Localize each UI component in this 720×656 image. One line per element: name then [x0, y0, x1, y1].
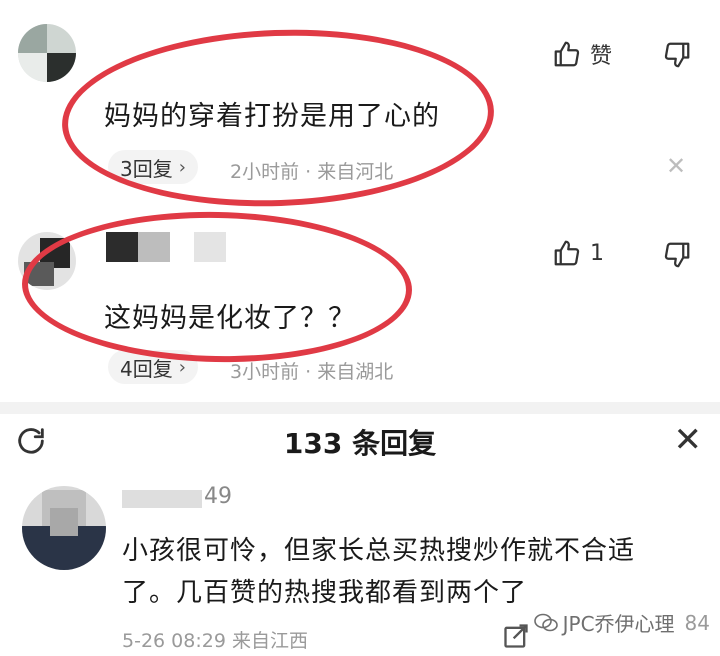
replies-panel-title: 133 条回复 — [283, 427, 437, 460]
wechat-icon — [533, 613, 558, 631]
replies-count: 4回复 — [120, 356, 173, 381]
reply-item: 49 小孩很可怜，但家长总买热搜炒作就不合适 了。几百赞的热搜我都看到两个了 5… — [0, 478, 720, 656]
comment-text: 这妈妈是化妆了？？ — [104, 303, 356, 334]
replies-button[interactable]: 4回复 › — [108, 350, 198, 384]
comment-text: 妈妈的穿着打扮是用了心的 — [104, 101, 440, 132]
comment-1: 妈妈的穿着打扮是用了心的 3回复 › 2小时前 · 来自河北 赞 ✕ — [0, 0, 720, 200]
share-icon[interactable] — [502, 622, 530, 650]
watermark-text: JPC乔伊心理 — [562, 612, 675, 636]
username-blurred — [122, 486, 202, 512]
avatar[interactable] — [18, 232, 76, 290]
close-icon[interactable]: ✕ — [674, 420, 703, 460]
reply-text-line-2: 了。几百赞的热搜我都看到两个了 — [122, 578, 528, 608]
comment-meta: 3小时前 · 来自湖北 — [230, 361, 394, 383]
thumbs-up-icon — [554, 41, 580, 67]
avatar[interactable] — [18, 24, 76, 82]
chevron-right-icon: › — [178, 356, 186, 378]
like-button[interactable]: 1 — [552, 238, 604, 268]
thumbs-down-icon[interactable] — [662, 40, 692, 70]
chevron-right-icon: › — [178, 156, 186, 178]
reply-text-line-1: 小孩很可怜，但家长总买热搜炒作就不合适 — [122, 536, 636, 566]
watermark: JPC乔伊心理 84 — [533, 608, 710, 637]
comment-meta: 2小时前 · 来自河北 — [230, 161, 394, 183]
replies-count: 3回复 — [120, 156, 173, 181]
like-button[interactable]: 赞 — [552, 38, 612, 70]
username-tail: 49 — [204, 484, 232, 509]
replies-button[interactable]: 3回复 › — [108, 150, 198, 184]
section-divider — [0, 402, 720, 414]
reply-like-count: 84 — [684, 610, 710, 635]
close-icon[interactable]: ✕ — [666, 152, 686, 180]
thumbs-down-icon[interactable] — [662, 240, 692, 270]
username-blurred — [106, 232, 256, 262]
avatar[interactable] — [22, 486, 106, 570]
thumbs-up-icon — [554, 240, 580, 266]
reply-meta: 5-26 08:29 来自江西 — [122, 630, 308, 652]
like-label: 赞 — [590, 44, 613, 69]
like-count: 1 — [590, 240, 604, 266]
comment-2: 这妈妈是化妆了？？ 4回复 › 3小时前 · 来自湖北 1 — [0, 200, 720, 400]
replies-panel-header: 133 条回复 ✕ — [0, 414, 720, 472]
